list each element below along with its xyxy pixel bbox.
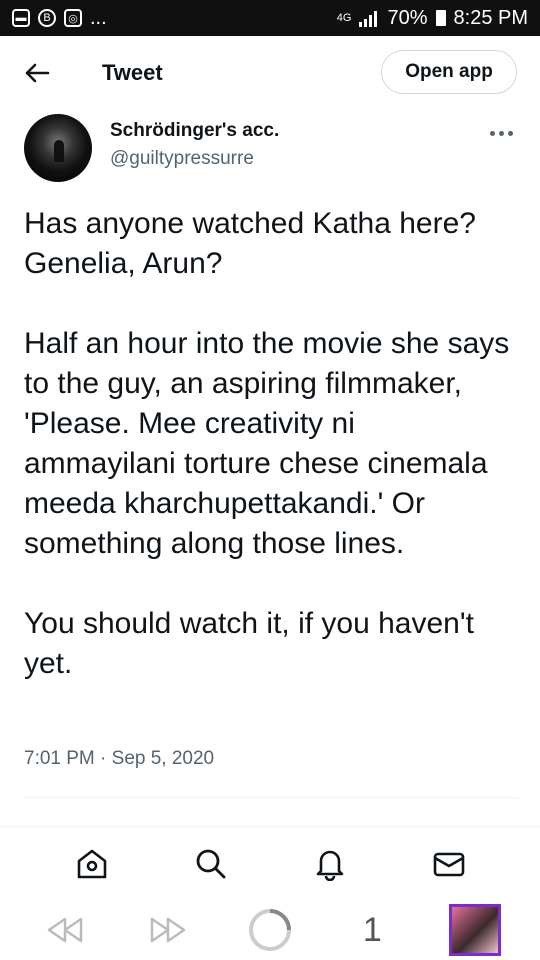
signal-icon — [359, 11, 378, 27]
more-dot-icon — [490, 130, 495, 136]
tweet-text: Has anyone watched Katha here? Genelia, … — [24, 204, 514, 684]
page-header: Tweet Open app — [0, 36, 540, 112]
profile-thumbnail — [448, 904, 501, 956]
reload-button[interactable] — [240, 902, 300, 958]
browser-back-button[interactable] — [35, 902, 95, 958]
messages-icon — [433, 852, 464, 876]
search-icon — [196, 849, 225, 878]
tab-search[interactable] — [191, 844, 231, 884]
status-left: ▬ B ◎ ... — [12, 7, 107, 30]
tab-count-button[interactable]: 1 — [342, 902, 402, 958]
arrow-left-icon — [25, 63, 50, 83]
battery-percent: 70% — [387, 6, 428, 29]
status-right: 4G 70% 8:25 PM — [337, 7, 528, 30]
network-type: 4G — [336, 12, 352, 24]
instagram-icon: ◎ — [64, 9, 82, 27]
bottom-tab-bar — [0, 826, 540, 900]
tab-notifications[interactable] — [310, 844, 350, 884]
open-app-button[interactable]: Open app — [381, 50, 517, 94]
tweet-author: Schrödinger's acc. @guiltypressurre — [0, 112, 540, 192]
tab-messages[interactable] — [429, 844, 469, 884]
home-icon — [77, 849, 106, 878]
notifications-icon — [316, 850, 343, 881]
status-bar: ▬ B ◎ ... 4G 70% 8:25 PM — [0, 0, 540, 36]
tweet-paragraph: Has anyone watched Katha here? Genelia, … — [24, 207, 476, 280]
more-options-button[interactable] — [490, 126, 518, 140]
more-notifications: ... — [90, 6, 107, 29]
author-handle[interactable]: @guiltypressurre — [110, 148, 254, 170]
page-title: Tweet — [102, 60, 163, 85]
avatar[interactable] — [24, 114, 92, 182]
tweet-timestamp[interactable]: 7:01 PM · Sep 5, 2020 — [24, 748, 214, 770]
battery-icon — [435, 10, 446, 26]
gallery-icon: ▬ — [12, 9, 30, 27]
fast-forward-icon — [150, 917, 185, 943]
more-dot-icon — [499, 130, 504, 136]
browser-toolbar: 1 — [0, 900, 540, 960]
author-name[interactable]: Schrödinger's acc. — [110, 120, 279, 142]
more-dot-icon — [508, 130, 513, 136]
tweet-paragraph: You should watch it, if you haven't yet. — [24, 607, 474, 680]
browser-forward-button[interactable] — [138, 902, 198, 958]
profile-button[interactable] — [445, 902, 505, 958]
clock: 8:25 PM — [453, 6, 528, 29]
tweet-paragraph: Half an hour into the movie she says to … — [24, 327, 510, 560]
loading-icon — [248, 909, 291, 951]
divider — [24, 797, 518, 798]
tab-home[interactable] — [72, 844, 112, 884]
back-button[interactable] — [22, 58, 52, 88]
b-icon: B — [38, 9, 56, 27]
avatar-figure — [54, 140, 64, 162]
rewind-icon — [47, 917, 83, 943]
